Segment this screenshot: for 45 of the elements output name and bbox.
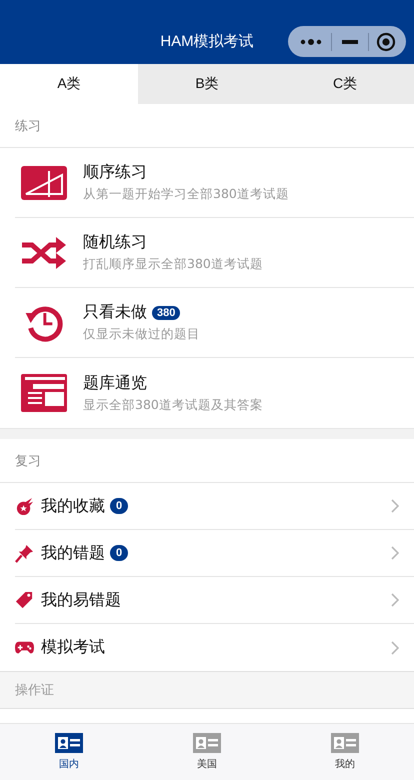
practice-item[interactable]: 题库通览 显示全部380道考试题及其答案 xyxy=(15,358,414,428)
practice-item[interactable]: 随机练习 打乱顺序显示全部380道考试题 xyxy=(15,218,414,288)
section-heading: 操作证 xyxy=(15,682,54,699)
item-title: 顺序练习 xyxy=(83,162,147,183)
item-title: 题库通览 xyxy=(83,372,147,394)
item-title: 只看未做 xyxy=(83,302,147,323)
category-tab[interactable]: C类 xyxy=(276,64,414,104)
item-description: 从第一题开始学习全部380道考试题 xyxy=(83,186,289,203)
item-description: 打乱顺序显示全部380道考试题 xyxy=(83,256,263,273)
id-card-icon xyxy=(193,733,221,753)
chevron-right-icon xyxy=(391,593,399,607)
count-badge: 0 xyxy=(110,545,128,561)
nav-tab[interactable]: 美国 xyxy=(138,724,276,780)
count-badge: 0 xyxy=(110,498,128,514)
item-description: 仅显示未做过的题目 xyxy=(83,326,200,343)
item-title: 我的易错题 xyxy=(41,590,121,610)
review-item[interactable]: 模拟考试 xyxy=(15,624,414,671)
category-tab[interactable]: B类 xyxy=(138,64,276,104)
page-title: HAM模拟考试 xyxy=(160,34,254,49)
tag-icon xyxy=(15,590,34,610)
count-badge: 380 xyxy=(152,306,180,320)
item-description: 显示全部380道考试题及其答案 xyxy=(83,396,263,414)
newspaper-icon xyxy=(20,373,68,413)
minimize-icon[interactable] xyxy=(340,38,360,44)
review-item[interactable]: 我的易错题 xyxy=(15,577,414,624)
practice-item[interactable]: 只看未做 380 仅显示未做过的题目 xyxy=(15,288,414,358)
review-item[interactable]: 我的错题 0 xyxy=(15,530,414,577)
review-item[interactable]: 我的收藏 0 xyxy=(15,483,414,530)
id-card-icon xyxy=(55,733,83,753)
nav-tab[interactable]: 国内 xyxy=(0,724,138,780)
item-title: 我的收藏 xyxy=(41,496,105,516)
chevron-right-icon xyxy=(391,499,399,513)
section-heading: 练习 xyxy=(15,118,41,134)
pin-icon xyxy=(15,544,34,562)
close-icon[interactable] xyxy=(376,32,396,52)
nav-tab[interactable]: 我的 xyxy=(276,724,414,780)
practice-item[interactable]: 顺序练习 从第一题开始学习全部380道考试题 xyxy=(15,148,414,218)
item-title: 随机练习 xyxy=(83,232,147,253)
item-title: 模拟考试 xyxy=(41,637,105,658)
comet-star-icon xyxy=(15,496,34,516)
id-card-icon xyxy=(331,733,359,753)
item-title: 我的错题 xyxy=(41,542,105,564)
chevron-right-icon xyxy=(391,546,399,560)
section-heading: 复习 xyxy=(15,452,41,470)
chevron-right-icon xyxy=(391,640,399,654)
